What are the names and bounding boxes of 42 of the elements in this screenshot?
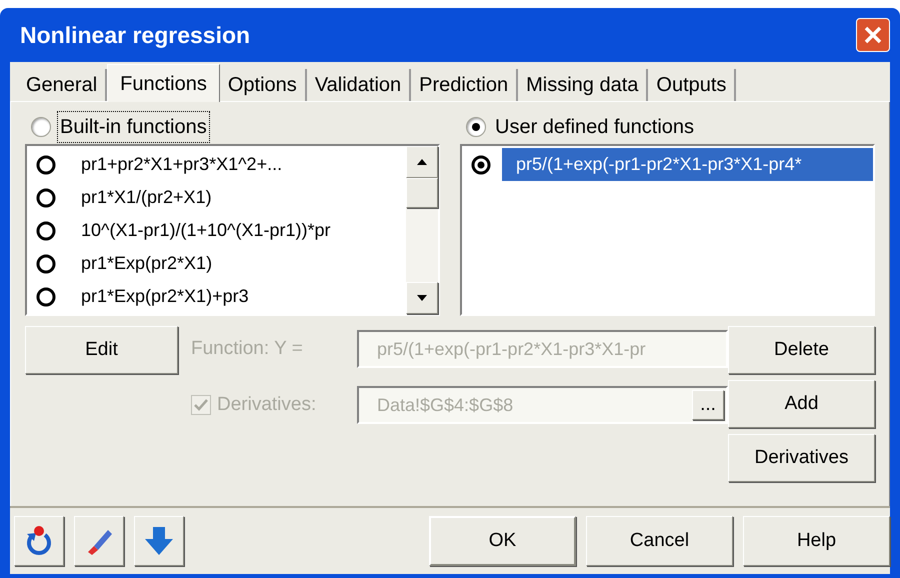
list-item[interactable]: 10^(X1-pr1)/(1+10^(X1-pr1))*pr	[67, 214, 406, 247]
list-item[interactable]: pr5/(1+exp(-pr1-pr2*X1-pr3*X1-pr4*	[502, 148, 873, 181]
dialog-button[interactable]: Help	[743, 516, 890, 566]
dialog-button[interactable]: Cancel	[586, 516, 733, 566]
list-item[interactable]: pr1*Exp(pr2*X1)	[67, 247, 406, 280]
up-arrow-icon	[417, 159, 427, 165]
radio-icon[interactable]	[35, 286, 57, 308]
reload-icon	[24, 525, 54, 557]
radio-button[interactable]	[466, 117, 486, 137]
field-label: Function: Y =	[191, 336, 304, 361]
check-icon	[194, 399, 208, 411]
radio-icon[interactable]	[35, 154, 57, 176]
close-icon	[863, 25, 883, 45]
down-button[interactable]	[134, 516, 184, 566]
radio-icon[interactable]	[35, 220, 57, 242]
list-item[interactable]: pr1*Exp(pr2*X1)+pr3	[67, 280, 406, 313]
radio-label[interactable]: Built-in functions	[57, 111, 210, 143]
radio-label[interactable]: User defined functions	[492, 111, 698, 143]
close-button[interactable]	[856, 18, 890, 52]
eraser-button[interactable]	[74, 516, 124, 566]
field-label: Derivatives:	[217, 392, 316, 417]
field-value: Data!$G$4:$G$8	[377, 394, 514, 416]
scroll-down-button[interactable]	[406, 282, 438, 314]
down-arrow-icon	[417, 295, 427, 301]
side-button[interactable]: Derivatives	[728, 434, 875, 482]
window-title: Nonlinear regression	[20, 20, 250, 50]
dialog-button[interactable]: OK	[429, 516, 576, 566]
side-button[interactable]: Delete	[728, 326, 875, 374]
down-arrow-icon	[144, 525, 174, 557]
scroll-thumb[interactable]	[406, 178, 438, 208]
scroll-up-button[interactable]	[406, 146, 438, 178]
list-item[interactable]: pr1+pr2*X1+pr3*X1^2+...	[67, 148, 406, 181]
scrollbar[interactable]	[406, 146, 438, 314]
radio-selected-icon[interactable]	[470, 154, 492, 176]
reset-button[interactable]	[14, 516, 64, 566]
radio-button[interactable]	[31, 117, 51, 137]
list-item[interactable]: pr1*X1/(pr2+X1)	[67, 181, 406, 214]
radio-icon[interactable]	[35, 186, 57, 208]
edit-button[interactable]: Edit	[25, 326, 178, 374]
radio-icon[interactable]	[35, 252, 57, 274]
tab[interactable]: Functions	[107, 64, 220, 102]
side-button[interactable]: Add	[728, 380, 875, 428]
